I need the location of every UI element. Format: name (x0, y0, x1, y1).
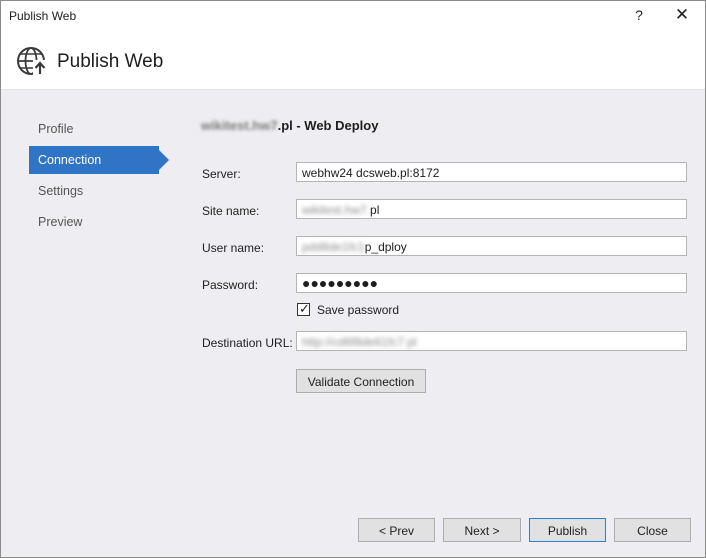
publish-button[interactable]: Publish (529, 518, 606, 542)
profile-name-blurred: wikitest.hw7 (201, 118, 278, 133)
close-window-button[interactable]: ✕ (672, 5, 692, 25)
dialog-header: Publish Web (1, 31, 705, 90)
user-name-suffix: p_dploy (364, 240, 407, 254)
title-bar: Publish Web ? ✕ (1, 1, 705, 31)
next-button[interactable]: Next > (443, 518, 521, 542)
user-name-input[interactable]: pdd8de1fc1p_dploy (296, 236, 687, 256)
save-password-label[interactable]: Save password (317, 303, 399, 317)
destination-url-label: Destination URL: (202, 336, 293, 350)
destination-url-blurred: http://cd6f8de61fc7.pl (302, 335, 417, 349)
server-label: Server: (202, 167, 241, 181)
window-title: Publish Web (9, 9, 77, 23)
nav-item-settings[interactable]: Settings (29, 177, 164, 205)
header-title: Publish Web (57, 51, 164, 72)
password-input[interactable]: ●●●●●●●●● (296, 273, 687, 293)
profile-title: wikitest.hw7.pl - Web Deploy (201, 118, 378, 133)
server-input[interactable]: webhw24 dcsweb.pl:8172 (296, 162, 687, 182)
checkmark-icon: ✓ (299, 301, 310, 316)
nav-item-preview[interactable]: Preview (29, 208, 164, 236)
site-name-input[interactable]: wikitest.hw7.pl (296, 199, 687, 219)
globe-upload-icon (17, 47, 47, 76)
nav-item-connection[interactable]: Connection (29, 146, 169, 174)
site-name-suffix: pl (370, 203, 380, 217)
password-label: Password: (202, 278, 259, 292)
site-name-blurred: wikitest.hw7. (302, 203, 371, 217)
nav-item-profile[interactable]: Profile (29, 115, 164, 143)
user-name-label: User name: (202, 241, 265, 255)
destination-url-input[interactable]: http://cd6f8de61fc7.pl (296, 331, 687, 351)
server-value: webhw24 dcsweb.pl:8172 (302, 166, 440, 180)
password-value: ●●●●●●●●● (302, 275, 379, 291)
user-name-blurred: pdd8de1fc1 (302, 240, 365, 254)
close-button[interactable]: Close (614, 518, 691, 542)
site-name-label: Site name: (202, 204, 260, 218)
help-button[interactable]: ? (631, 7, 647, 23)
validate-connection-button[interactable]: Validate Connection (296, 369, 426, 393)
publish-web-dialog: Publish Web ? ✕ Publish Web Profile Conn… (0, 0, 706, 558)
save-password-checkbox[interactable]: ✓ (297, 301, 310, 316)
wizard-nav: Profile Connection Settings Preview (29, 115, 169, 239)
prev-button[interactable]: < Prev (358, 518, 435, 542)
profile-name-suffix: .pl - Web Deploy (277, 118, 379, 133)
